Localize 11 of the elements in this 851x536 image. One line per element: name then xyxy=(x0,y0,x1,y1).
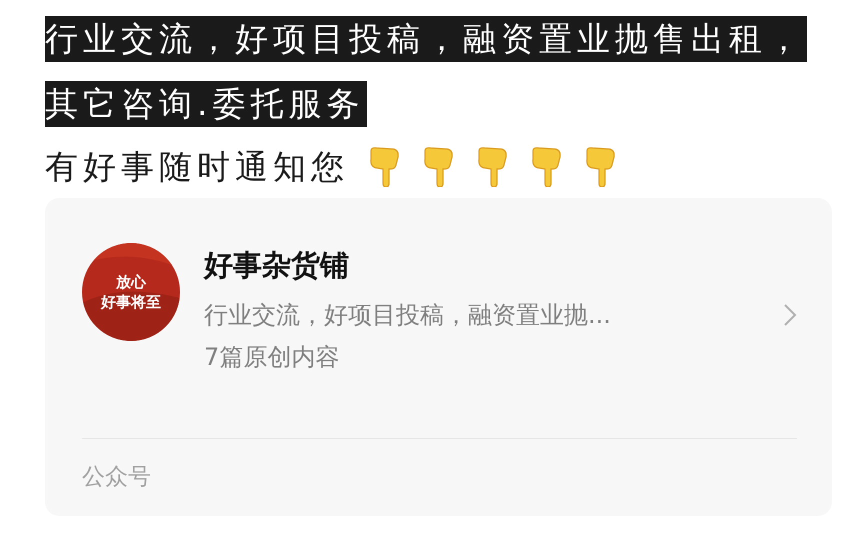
highlighted-text: 其它咨询.委托服务 xyxy=(45,81,366,127)
chevron-right-icon xyxy=(783,303,797,327)
avatar-text: 放心 xyxy=(116,272,146,292)
highlighted-text: 行业交流，好项目投稿，融资置业抛售出租， xyxy=(45,16,807,62)
account-name: 好事杂货铺 xyxy=(204,247,350,284)
notice-text: 有好事随时通知您 xyxy=(45,146,349,188)
avatar-text: 好事将至 xyxy=(101,292,161,312)
account-description: 行业交流，好项目投稿，融资置业抛... xyxy=(204,300,611,331)
account-type-label: 公众号 xyxy=(82,463,152,492)
article-count: 7篇原创内容 xyxy=(204,342,340,373)
account-card[interactable]: 放心 好事将至 好事杂货铺 行业交流，好项目投稿，融资置业抛... 7篇原创内容 公众号 xyxy=(45,198,832,516)
